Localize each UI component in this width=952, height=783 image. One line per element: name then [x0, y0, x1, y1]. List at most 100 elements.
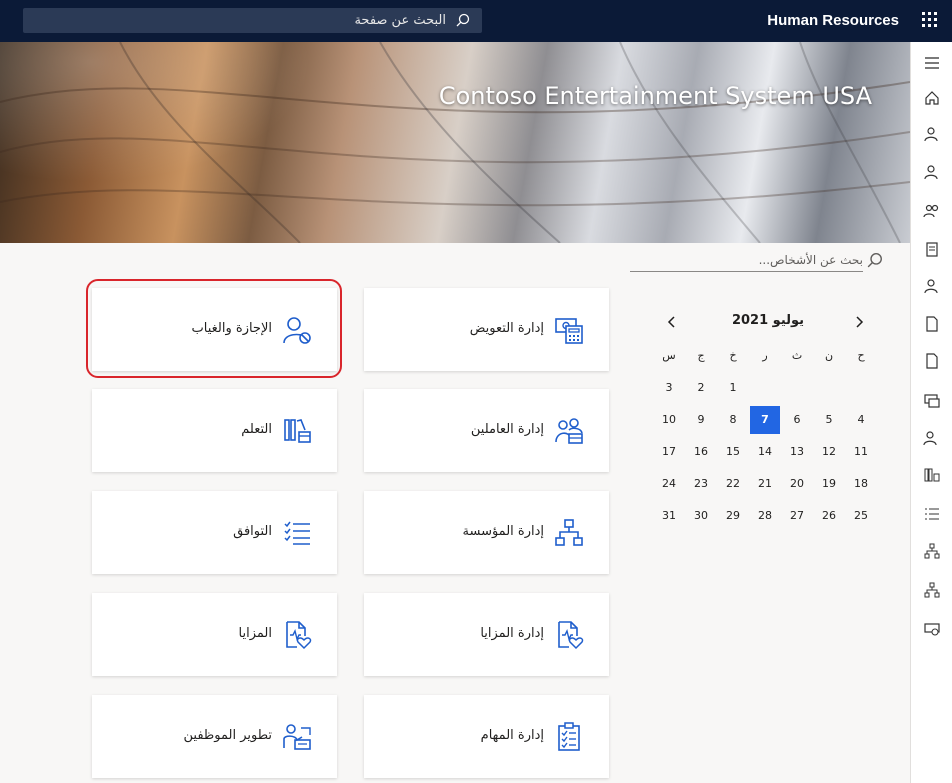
- page-search-placeholder: البحث عن صفحة: [354, 13, 446, 28]
- tile-compensation-management[interactable]: إدارة التعويض: [364, 288, 609, 371]
- calendar-day[interactable]: 28: [750, 502, 780, 530]
- tile-benefits-management[interactable]: إدارة المزايا: [364, 593, 609, 676]
- favorites-person-icon[interactable]: [923, 125, 941, 143]
- benefits-nav-icon[interactable]: [923, 620, 941, 638]
- calendar-day[interactable]: 19: [814, 470, 844, 498]
- tile-label: المزايا: [238, 626, 272, 641]
- banner-image: [0, 42, 910, 243]
- compliance-list-icon: [284, 521, 310, 545]
- benefits-icon: [286, 621, 312, 650]
- tile-label: إدارة المهام: [480, 728, 544, 743]
- recent-person-icon[interactable]: [923, 163, 941, 181]
- tile-label: إدارة التعويض: [469, 321, 544, 336]
- calendar-day[interactable]: 4: [846, 406, 876, 434]
- calendar-day[interactable]: 13: [782, 438, 812, 466]
- team-icon[interactable]: [923, 202, 941, 220]
- calendar-weekday: ن: [824, 349, 834, 362]
- calendar-day[interactable]: 2: [686, 374, 716, 402]
- leave-nav-icon[interactable]: [923, 429, 941, 447]
- calendar-day[interactable]: 9: [686, 406, 716, 434]
- people-search-placeholder: بحث عن الأشخاص...: [758, 253, 863, 267]
- compensation-nav-icon[interactable]: [923, 391, 941, 409]
- tile-worker-management[interactable]: إدارة العاملين: [364, 389, 609, 472]
- benefits-icon: [558, 621, 584, 650]
- org-chart-icon: [555, 519, 583, 546]
- calendar-weekday: س: [662, 349, 676, 362]
- calendar-day-selected[interactable]: 7: [750, 406, 780, 434]
- calendar-weekday: خ: [729, 349, 737, 362]
- home-icon[interactable]: [923, 89, 941, 107]
- tile-benefits[interactable]: المزايا: [92, 593, 337, 676]
- org-nav-icon[interactable]: [923, 542, 941, 560]
- tile-learning[interactable]: التعلم: [92, 389, 337, 472]
- tile-label: تطوير الموظفين: [183, 728, 272, 743]
- document-check-icon[interactable]: [923, 352, 941, 370]
- calendar-weekday: ر: [762, 349, 768, 362]
- learning-icon: [284, 419, 311, 443]
- calendar-day[interactable]: 23: [686, 470, 716, 498]
- tile-label: الإجازة والغياب: [191, 321, 273, 336]
- right-navigation-pane: [910, 42, 952, 783]
- calendar-day[interactable]: 31: [654, 502, 684, 530]
- calendar-day[interactable]: 30: [686, 502, 716, 530]
- calendar-day[interactable]: 17: [654, 438, 684, 466]
- tile-leave-absence[interactable]: الإجازة والغياب: [92, 288, 337, 371]
- calendar-day[interactable]: 15: [718, 438, 748, 466]
- hierarchy-nav-icon[interactable]: [923, 581, 941, 599]
- leave-absence-icon: [283, 317, 311, 344]
- document-arrow-icon[interactable]: [923, 315, 941, 333]
- calendar-month-year: يوليو 2021: [660, 313, 876, 328]
- calendar-header: يوليو 2021: [660, 312, 876, 334]
- calendar-day[interactable]: 29: [718, 502, 748, 530]
- calendar-day[interactable]: 12: [814, 438, 844, 466]
- calendar-day[interactable]: 20: [782, 470, 812, 498]
- search-icon: [867, 253, 882, 268]
- people-search-input[interactable]: بحث عن الأشخاص...: [630, 250, 882, 272]
- calendar-day[interactable]: 11: [846, 438, 876, 466]
- calendar-day[interactable]: 25: [846, 502, 876, 530]
- tile-label: إدارة المزايا: [480, 626, 544, 641]
- hero-banner: Contoso Entertainment System USA: [0, 42, 910, 243]
- calendar-day[interactable]: 3: [654, 374, 684, 402]
- tile-label: إدارة العاملين: [470, 422, 544, 437]
- calendar-month: يوليو: [772, 313, 805, 328]
- company-name: Contoso Entertainment System USA: [438, 82, 872, 110]
- calendar-day[interactable]: 14: [750, 438, 780, 466]
- calendar-day[interactable]: 21: [750, 470, 780, 498]
- calendar-day[interactable]: 1: [718, 374, 748, 402]
- workers-icon: [555, 418, 583, 444]
- person-search-icon[interactable]: [923, 277, 941, 295]
- calendar-day[interactable]: 27: [782, 502, 812, 530]
- calendar-day[interactable]: 22: [718, 470, 748, 498]
- tile-organization-administration[interactable]: إدارة المؤسسة: [364, 491, 609, 574]
- calendar-weekday: ث: [791, 349, 803, 362]
- app-launcher-icon[interactable]: [922, 12, 938, 28]
- calendar-day[interactable]: 16: [686, 438, 716, 466]
- clipboard-icon[interactable]: [923, 240, 941, 258]
- tile-compliance[interactable]: التوافق: [92, 491, 337, 574]
- tile-label: التعلم: [241, 422, 272, 437]
- calendar-day[interactable]: 18: [846, 470, 876, 498]
- search-icon: [456, 13, 470, 27]
- calendar-weekday: ح: [857, 349, 865, 362]
- learning-nav-icon[interactable]: [923, 466, 941, 484]
- hamburger-menu-icon[interactable]: [923, 54, 941, 72]
- chevron-right-icon[interactable]: [851, 314, 867, 330]
- calendar-day[interactable]: 5: [814, 406, 844, 434]
- list-nav-icon[interactable]: [923, 505, 941, 523]
- calendar-day[interactable]: 24: [654, 470, 684, 498]
- compensation-icon: [555, 318, 583, 344]
- tile-task-management[interactable]: إدارة المهام: [364, 695, 609, 778]
- calendar-day[interactable]: 10: [654, 406, 684, 434]
- tile-employee-development[interactable]: تطوير الموظفين: [92, 695, 337, 778]
- employee-development-icon: [283, 724, 311, 750]
- calendar-day[interactable]: 26: [814, 502, 844, 530]
- task-clipboard-icon: [558, 722, 580, 751]
- app-title: Human Resources: [767, 12, 899, 29]
- calendar-day[interactable]: 8: [718, 406, 748, 434]
- calendar-year: 2021: [731, 313, 769, 328]
- page-search-input[interactable]: البحث عن صفحة: [23, 8, 482, 33]
- calendar-day[interactable]: 6: [782, 406, 812, 434]
- calendar-weekday: ج: [697, 349, 705, 362]
- tile-label: إدارة المؤسسة: [462, 524, 545, 539]
